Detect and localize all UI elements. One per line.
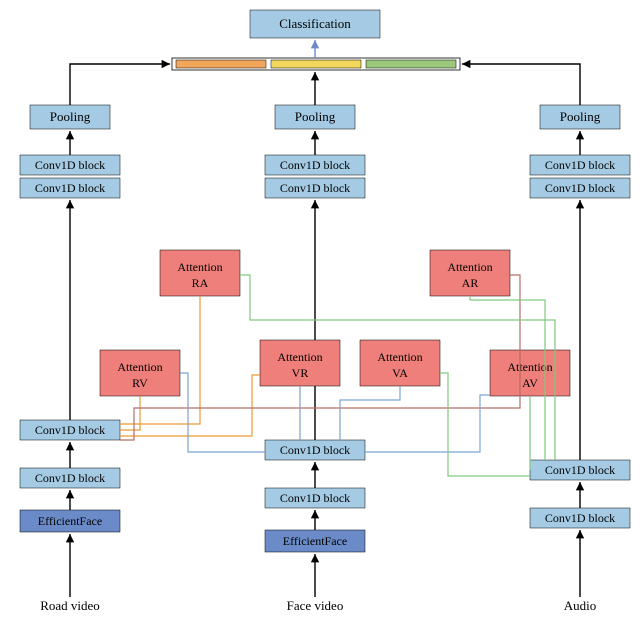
road-pooling: Pooling xyxy=(50,109,91,124)
attn-ra-l2: RA xyxy=(192,276,209,290)
face-conv4: Conv1D block xyxy=(280,158,350,172)
road-input-label: Road video xyxy=(40,598,100,613)
attn-av-l2: AV xyxy=(522,376,538,390)
attn-va-l2: VA xyxy=(392,366,408,380)
audio-pooling: Pooling xyxy=(560,109,601,124)
attn-ra-l1: Attention xyxy=(177,260,222,274)
face-efficientface: EfficientFace xyxy=(283,534,347,548)
attn-rv-l1: Attention xyxy=(117,360,162,374)
attn-rv-l2: RV xyxy=(132,376,148,390)
face-conv3: Conv1D block xyxy=(280,181,350,195)
attn-av-l1: Attention xyxy=(507,360,552,374)
attn-va-l1: Attention xyxy=(377,350,422,364)
col-audio: Pooling Conv1D block Conv1D block Conv1D… xyxy=(462,64,630,613)
face-input-label: Face video xyxy=(287,598,344,613)
wire-va-q xyxy=(340,386,400,440)
face-conv2: Conv1D block xyxy=(280,443,350,457)
face-conv1: Conv1D block xyxy=(280,491,350,505)
fused-segment-left xyxy=(176,60,266,68)
road-conv1: Conv1D block xyxy=(35,471,105,485)
audio-conv2: Conv1D block xyxy=(545,463,615,477)
road-conv2: Conv1D block xyxy=(35,423,105,437)
wire-rv-q xyxy=(120,396,140,430)
audio-conv3: Conv1D block xyxy=(545,181,615,195)
architecture-diagram: Classification Pooling Conv1D block Conv… xyxy=(0,0,640,628)
face-pooling: Pooling xyxy=(295,109,336,124)
wire-av-k xyxy=(365,395,490,452)
attn-vr-l1: Attention xyxy=(277,350,322,364)
attn-vr-l2: VR xyxy=(292,366,309,380)
classification-label: Classification xyxy=(279,16,351,31)
col-road: Pooling Conv1D block Conv1D block Conv1D… xyxy=(20,64,170,613)
road-efficientface: EfficientFace xyxy=(38,514,102,528)
road-conv3: Conv1D block xyxy=(35,181,105,195)
attn-ar-l1: Attention xyxy=(447,260,492,274)
fused-segment-right xyxy=(366,60,456,68)
audio-input-label: Audio xyxy=(564,598,597,613)
fused-segment-mid xyxy=(271,60,361,68)
road-conv4: Conv1D block xyxy=(35,158,105,172)
audio-conv1: Conv1D block xyxy=(545,511,615,525)
audio-conv4: Conv1D block xyxy=(545,158,615,172)
attn-ar-l2: AR xyxy=(462,276,479,290)
